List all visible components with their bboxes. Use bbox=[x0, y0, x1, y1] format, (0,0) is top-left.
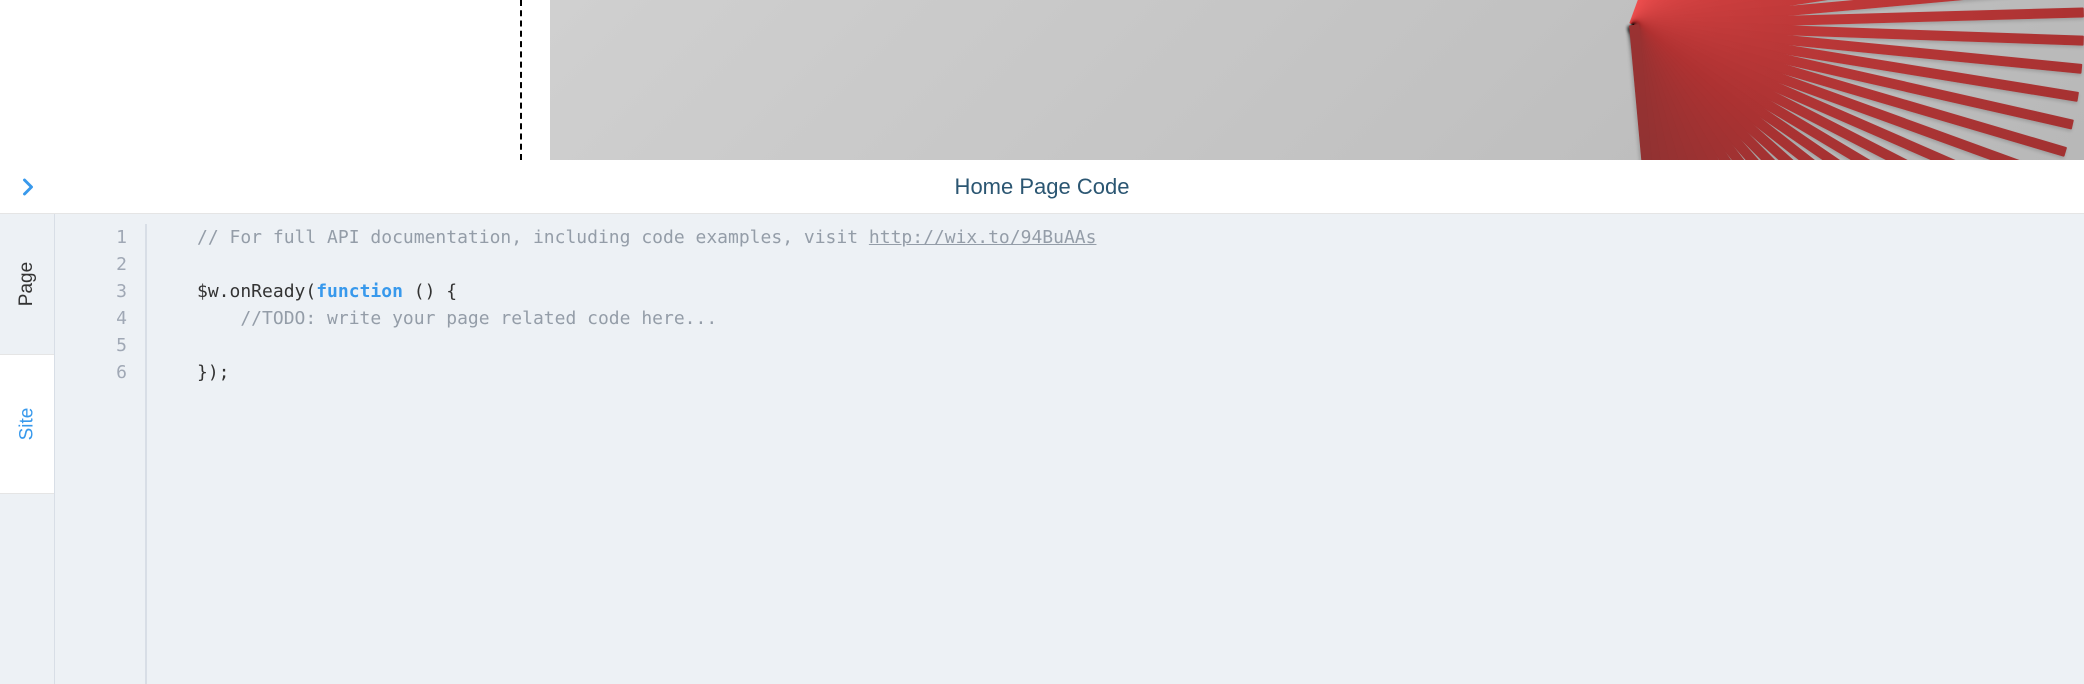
tab-page[interactable]: Page bbox=[0, 214, 54, 354]
tab-site-label: Site bbox=[16, 408, 38, 441]
panel-title: Home Page Code bbox=[955, 174, 1130, 200]
line-number: 4 bbox=[55, 305, 127, 332]
preview-image bbox=[550, 0, 2084, 160]
code-panel-header: Home Page Code bbox=[0, 160, 2084, 214]
code-content-area[interactable]: // For full API documentation, including… bbox=[145, 224, 2084, 684]
side-tabs: Page Site bbox=[0, 214, 55, 684]
code-line-6: }); bbox=[197, 359, 2054, 386]
code-line-1: // For full API documentation, including… bbox=[197, 224, 2054, 251]
code-line-2 bbox=[197, 251, 2054, 278]
tab-page-label: Page bbox=[16, 262, 38, 306]
code-comment: // For full API documentation, including… bbox=[197, 227, 869, 248]
code-panel: Home Page Code Page Site 1 2 3 4 5 6 // … bbox=[0, 160, 2084, 684]
line-number: 2 bbox=[55, 251, 127, 278]
code-text: () { bbox=[403, 281, 457, 302]
chevron-right-icon bbox=[14, 173, 42, 201]
code-comment: //TODO: write your page related code her… bbox=[197, 308, 717, 329]
code-text: $w.onReady( bbox=[197, 281, 316, 302]
code-panel-body: Page Site 1 2 3 4 5 6 // For full API do… bbox=[0, 214, 2084, 684]
line-number: 6 bbox=[55, 359, 127, 386]
code-text: }); bbox=[197, 362, 230, 383]
preview-edge-divider bbox=[520, 0, 522, 160]
code-keyword: function bbox=[316, 281, 403, 302]
preview-area bbox=[0, 0, 2084, 160]
code-line-3: $w.onReady(function () { bbox=[197, 278, 2054, 305]
line-number: 5 bbox=[55, 332, 127, 359]
line-numbers-gutter: 1 2 3 4 5 6 bbox=[55, 224, 145, 684]
code-line-5 bbox=[197, 332, 2054, 359]
paper-fan-decor bbox=[1334, 0, 2084, 160]
code-line-4: //TODO: write your page related code her… bbox=[197, 305, 2054, 332]
line-number: 1 bbox=[55, 224, 127, 251]
line-number: 3 bbox=[55, 278, 127, 305]
code-doc-link[interactable]: http://wix.to/94BuAAs bbox=[869, 227, 1097, 248]
tab-site[interactable]: Site bbox=[0, 354, 54, 494]
code-editor[interactable]: 1 2 3 4 5 6 // For full API documentatio… bbox=[55, 214, 2084, 684]
panel-toggle-button[interactable] bbox=[0, 160, 55, 213]
